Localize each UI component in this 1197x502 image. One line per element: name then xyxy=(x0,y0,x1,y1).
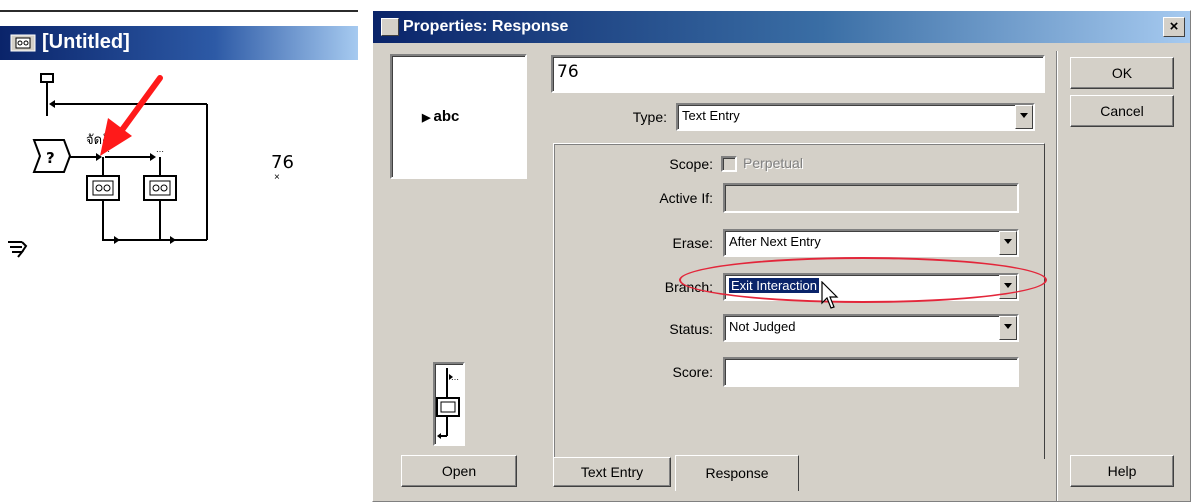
interaction-icon[interactable]: ? xyxy=(32,139,72,173)
type-label: Type: xyxy=(632,109,667,125)
tab-text-entry[interactable]: Text Entry xyxy=(553,457,671,487)
button-column-divider xyxy=(1056,51,1058,501)
scope-label: Scope: xyxy=(669,156,713,172)
ok-button[interactable]: OK xyxy=(1070,57,1174,89)
annotation-highlight-ellipse xyxy=(679,257,1047,303)
cancel-button[interactable]: Cancel xyxy=(1070,95,1174,127)
response-preview: ▶ abc xyxy=(390,54,527,179)
help-button[interactable]: Help xyxy=(1070,455,1174,487)
close-button[interactable]: × xyxy=(1163,17,1185,37)
chevron-down-icon[interactable] xyxy=(999,316,1017,340)
response-icon-preview: … xyxy=(433,362,465,446)
erase-value: After Next Entry xyxy=(729,234,821,249)
response-title-input[interactable]: 76 xyxy=(551,55,1045,93)
tab-response[interactable]: Response xyxy=(675,455,799,491)
flowline-value-label: 76 xyxy=(271,152,294,173)
chevron-down-icon[interactable] xyxy=(1015,105,1033,129)
properties-dialog: Properties: Response × ▶ abc … Open 76 T… xyxy=(372,10,1191,502)
preview-text: ▶ abc xyxy=(422,108,459,125)
dialog-title: Properties: Response xyxy=(403,18,569,35)
active-if-label: Active If: xyxy=(659,190,713,206)
properties-icon xyxy=(381,18,399,36)
erase-select[interactable]: After Next Entry xyxy=(723,229,1019,257)
perpetual-label: Perpetual xyxy=(743,155,803,171)
dialog-titlebar[interactable]: Properties: Response × xyxy=(373,11,1190,43)
status-label: Status: xyxy=(669,321,713,337)
type-value: Text Entry xyxy=(682,108,740,123)
svg-text:…: … xyxy=(451,373,459,382)
svg-text:?: ? xyxy=(46,149,55,167)
mouse-cursor-icon xyxy=(821,281,839,309)
response-map-icon[interactable] xyxy=(86,175,120,201)
score-input[interactable] xyxy=(723,357,1019,387)
annotation-arrow xyxy=(100,75,163,156)
score-label: Score: xyxy=(672,364,713,380)
chevron-down-icon[interactable] xyxy=(999,231,1017,255)
paste-hand-icon xyxy=(8,241,28,258)
flowline-marker: × xyxy=(274,172,280,183)
flow-window-top-edge xyxy=(0,10,358,12)
flow-window-title: [Untitled] xyxy=(42,31,130,53)
status-select[interactable]: Not Judged xyxy=(723,314,1019,342)
flowline-start-node[interactable] xyxy=(40,73,54,83)
flowline-canvas[interactable]: ? … … จัดงัด xyxy=(0,60,358,310)
flow-window-titlebar[interactable]: [Untitled] xyxy=(0,26,358,60)
response-map-icon[interactable] xyxy=(143,175,177,201)
response-dots: … xyxy=(156,145,164,154)
map-icon xyxy=(10,34,36,52)
response-type-icon: … xyxy=(436,368,460,439)
erase-label: Erase: xyxy=(672,235,713,251)
status-value: Not Judged xyxy=(729,319,796,334)
active-if-field[interactable] xyxy=(723,183,1019,213)
preview-label: abc xyxy=(433,108,460,125)
perpetual-checkbox[interactable] xyxy=(721,156,737,172)
type-select[interactable]: Text Entry xyxy=(676,103,1035,131)
play-triangle-icon: ▶ xyxy=(422,112,434,124)
open-button[interactable]: Open xyxy=(401,455,517,487)
